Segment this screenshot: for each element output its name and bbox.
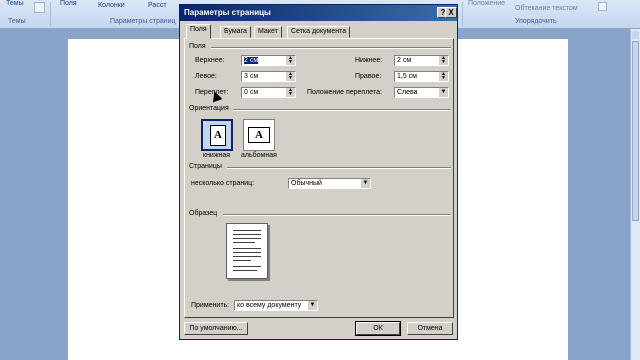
tab-paper[interactable]: Бумага <box>220 26 251 38</box>
orientation-section-label: Ориентация <box>189 105 229 112</box>
preview-section-label: Образец <box>189 210 218 217</box>
tab-margins[interactable]: Поля <box>186 24 211 39</box>
text-wrap-button[interactable]: Обтекание текстом <box>515 5 578 12</box>
section-divider <box>211 47 451 49</box>
tab-document-grid[interactable]: Сетка документа <box>287 26 351 38</box>
right-margin-value: 1,5 см <box>397 73 417 80</box>
right-margin-label: Правое: <box>355 73 382 80</box>
multiple-pages-value: Обычный <box>291 180 322 187</box>
ribbon-separator <box>50 2 51 26</box>
apply-to-select[interactable]: ко всему документу ▼ <box>234 300 318 311</box>
scroll-up-icon[interactable] <box>632 31 639 39</box>
left-margin-field[interactable]: 3 см ▲ ▼ <box>241 71 296 82</box>
multiple-pages-label: несколько страниц: <box>191 180 255 187</box>
cancel-button[interactable]: Отмена <box>407 322 453 335</box>
arrange-small-icon[interactable] <box>598 2 607 11</box>
gutter-field[interactable]: 0 см ▲ ▼ <box>241 87 296 98</box>
portrait-orientation-button[interactable]: A <box>201 119 233 151</box>
left-margin-value: 3 см <box>244 73 259 80</box>
spinner-arrows-icon[interactable]: ▲ ▼ <box>286 88 295 97</box>
margins-section-label: Поля <box>189 43 206 50</box>
gutter-position-value: Слева <box>397 89 418 96</box>
set-default-button[interactable]: По умолчанию... <box>184 322 248 335</box>
bottom-margin-label: Нижнее: <box>355 57 383 64</box>
margins-button[interactable]: Поля <box>60 0 77 7</box>
spinner-arrows-icon[interactable]: ▲ ▼ <box>286 72 295 81</box>
portrait-page-icon: A <box>210 125 226 146</box>
group-label-themes: Темы <box>8 18 26 25</box>
close-button[interactable]: X <box>445 7 457 18</box>
pages-section-label: Страницы <box>189 163 222 170</box>
page-setup-icon[interactable] <box>34 2 45 13</box>
multiple-pages-select[interactable]: Обычный ▼ <box>288 178 371 189</box>
ribbon-separator <box>462 2 463 26</box>
ok-button[interactable]: ОК <box>355 321 401 336</box>
top-margin-label: Верхнее: <box>195 57 225 64</box>
dialog-title: Параметры страницы <box>184 8 271 17</box>
apply-to-value: ко всему документу <box>237 302 302 309</box>
columns-button[interactable]: Колонки <box>98 2 125 9</box>
themes-button[interactable]: Темы <box>6 0 24 7</box>
spinner-arrows-icon[interactable]: ▲ ▼ <box>439 72 448 81</box>
landscape-orientation-button[interactable]: A <box>243 119 275 151</box>
gutter-position-label: Положение переплета: <box>307 89 382 96</box>
dialog-titlebar[interactable]: Параметры страницы ? X <box>180 5 457 21</box>
bottom-margin-field[interactable]: 2 см ▲ ▼ <box>394 55 449 66</box>
apply-to-label: Применить: <box>191 302 230 309</box>
section-divider <box>223 214 451 216</box>
group-label-arrange: Упорядочить <box>515 18 557 25</box>
page-preview <box>226 223 268 279</box>
top-margin-field[interactable]: 2 см ▲ ▼ <box>241 55 296 66</box>
gutter-value: 0 см <box>244 89 259 96</box>
chevron-down-icon[interactable]: ▼ <box>361 179 370 188</box>
spacing-button[interactable]: Расст <box>148 2 167 9</box>
right-margin-field[interactable]: 1,5 см ▲ ▼ <box>394 71 449 82</box>
landscape-label: альбомная <box>241 152 277 159</box>
chevron-down-icon[interactable]: ▼ <box>439 88 448 97</box>
scroll-thumb[interactable] <box>632 41 639 221</box>
left-margin-label: Левое: <box>195 73 217 80</box>
group-label-page-setup: Параметры страниц <box>110 18 176 25</box>
margins-tab-panel: Поля Верхнее: 2 см ▲ ▼ Нижнее: 2 см ▲ ▼ Ле… <box>184 38 454 318</box>
top-margin-value: 2 см <box>244 57 259 64</box>
landscape-page-icon: A <box>248 127 270 143</box>
vertical-scrollbar[interactable] <box>630 29 640 360</box>
spinner-arrows-icon[interactable]: ▲ ▼ <box>439 56 448 65</box>
position-button[interactable]: Положение <box>468 0 505 7</box>
section-divider <box>233 109 451 111</box>
page-setup-dialog: Параметры страницы ? X Поля Бумага Макет… <box>179 4 458 340</box>
spinner-arrows-icon[interactable]: ▲ ▼ <box>286 56 295 65</box>
section-divider <box>227 167 451 169</box>
gutter-position-select[interactable]: Слева ▼ <box>394 87 449 98</box>
bottom-margin-value: 2 см <box>397 57 412 64</box>
portrait-label: книжная <box>203 152 231 159</box>
tab-layout[interactable]: Макет <box>254 26 282 38</box>
chevron-down-icon[interactable]: ▼ <box>308 301 317 310</box>
